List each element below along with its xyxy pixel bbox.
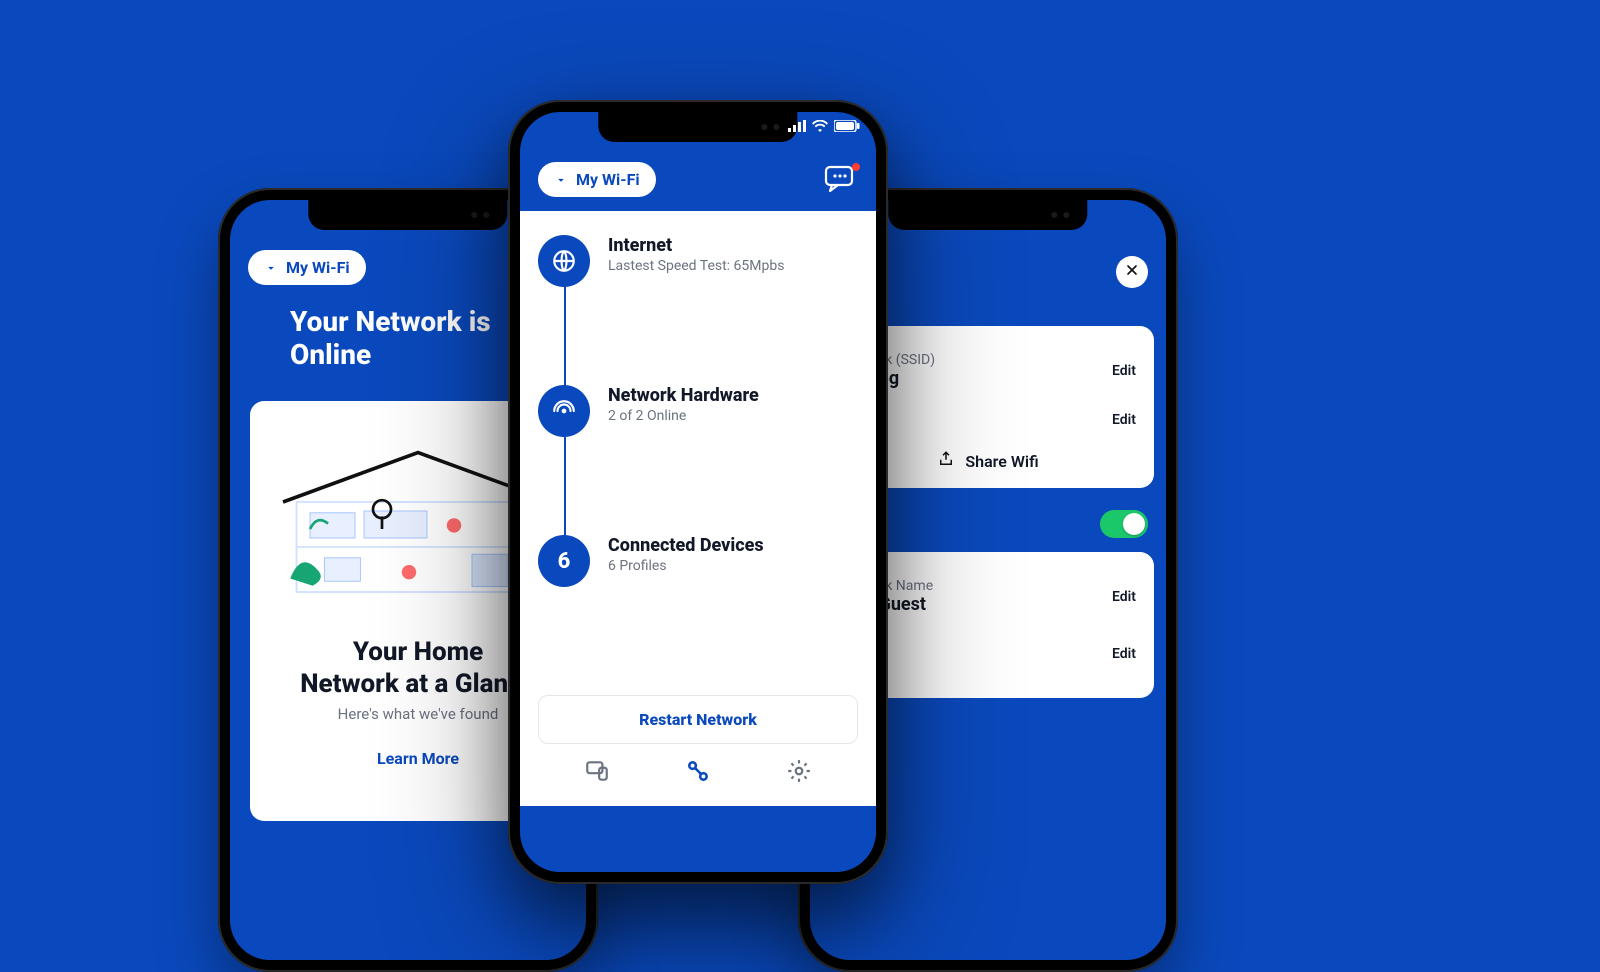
chat-button[interactable] <box>824 165 858 195</box>
internet-subtitle: Lastest Speed Test: 65Mpbs <box>608 258 784 274</box>
notification-dot-icon <box>852 163 860 171</box>
phone-center: My Wi-Fi <box>508 100 888 884</box>
password-edit[interactable]: Edit <box>1112 412 1136 428</box>
share-icon <box>937 450 955 472</box>
internet-title: Internet <box>608 235 784 256</box>
battery-icon <box>834 120 860 135</box>
tab-bar <box>538 744 858 794</box>
device-count-badge: 6 <box>538 535 590 587</box>
notch <box>308 200 507 230</box>
ssid-edit[interactable]: Edit <box>1112 363 1136 379</box>
hardware-subtitle: 2 of 2 Online <box>608 408 759 424</box>
hardware-title: Network Hardware <box>608 385 759 406</box>
restart-network-button[interactable]: Restart Network <box>538 695 858 744</box>
mywifi-pill[interactable]: My Wi-Fi <box>538 162 656 197</box>
devices-subtitle: 6 Profiles <box>608 558 764 574</box>
guest-wifi-toggle[interactable] <box>1100 510 1148 538</box>
stage: My Wi-Fi Your Network is Online <box>0 0 1600 900</box>
tab-settings-icon[interactable] <box>786 758 812 788</box>
chevron-down-icon <box>264 261 278 275</box>
notch <box>888 200 1087 230</box>
center-body: Internet Lastest Speed Test: 65Mpbs Netw… <box>520 211 876 806</box>
share-wifi-label: Share Wifi <box>965 452 1038 471</box>
restart-label: Restart Network <box>639 710 757 729</box>
internet-row[interactable]: Internet Lastest Speed Test: 65Mpbs <box>538 235 858 385</box>
wifi-icon <box>812 120 828 135</box>
status-bar <box>788 120 860 135</box>
device-count: 6 <box>558 549 571 574</box>
devices-row[interactable]: 6 Connected Devices 6 Profiles <box>538 535 858 685</box>
mywifi-pill[interactable]: My Wi-Fi <box>248 250 366 285</box>
tab-devices-icon[interactable] <box>584 758 610 788</box>
chevron-down-icon <box>554 173 568 187</box>
guest-name-edit[interactable]: Edit <box>1112 589 1136 605</box>
mywifi-label: My Wi-Fi <box>576 170 640 189</box>
notch <box>598 112 797 142</box>
hardware-row[interactable]: Network Hardware 2 of 2 Online <box>538 385 858 535</box>
guest-password-edit[interactable]: Edit <box>1112 646 1136 662</box>
mywifi-label: My Wi-Fi <box>286 258 350 277</box>
cellular-icon <box>788 120 806 135</box>
globe-icon <box>538 235 590 287</box>
devices-title: Connected Devices <box>608 535 764 556</box>
close-button[interactable] <box>1116 256 1148 288</box>
close-icon <box>1124 262 1140 282</box>
broadcast-icon <box>538 385 590 437</box>
chat-icon <box>824 165 856 193</box>
tab-network-icon[interactable] <box>685 758 711 788</box>
screen-center: My Wi-Fi <box>520 112 876 872</box>
